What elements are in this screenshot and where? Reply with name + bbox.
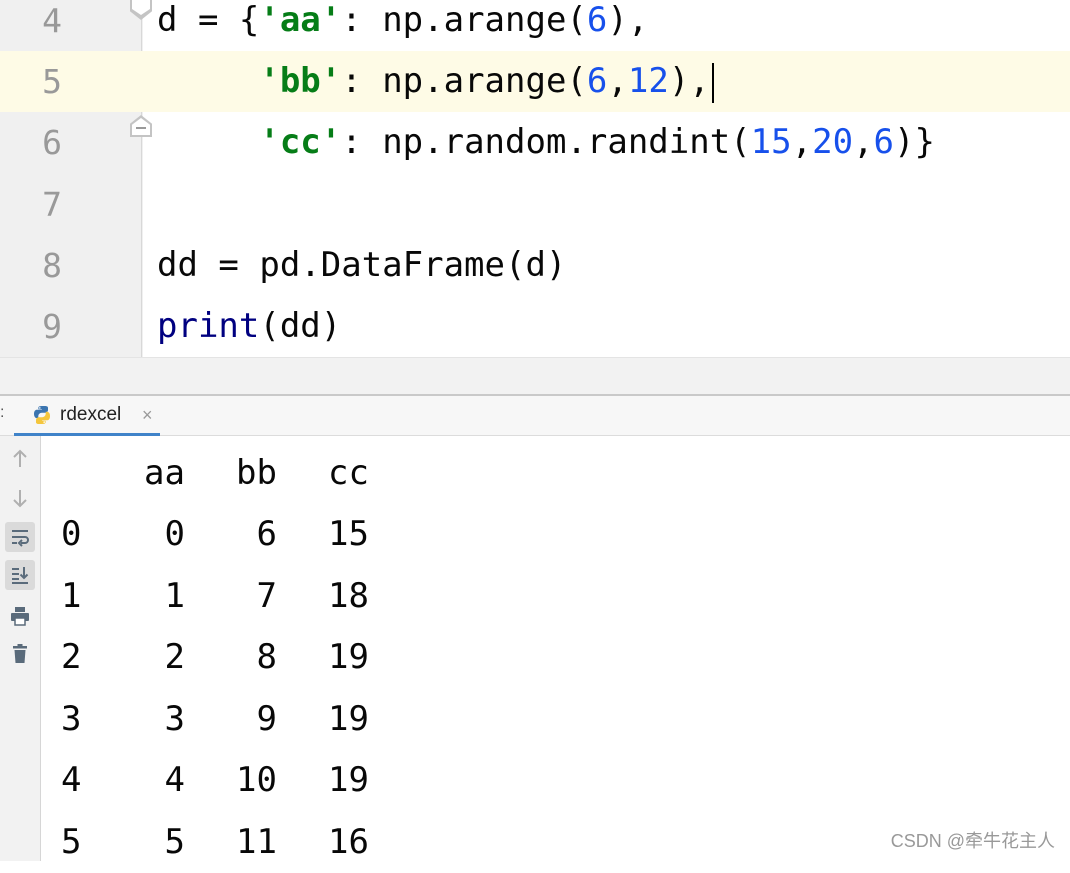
- cell-bb: 6: [256, 514, 277, 554]
- gutter-cell: 6: [0, 112, 141, 173]
- code-token: 15: [750, 122, 792, 162]
- scroll-to-end-icon[interactable]: [5, 560, 35, 590]
- cell-aa: 4: [164, 760, 185, 800]
- row-index: 2: [61, 637, 82, 677]
- dataframe-header-row: aa bb cc: [41, 443, 441, 504]
- code-text: dd = pd.DataFrame(d): [157, 235, 566, 296]
- down-arrow-icon[interactable]: [5, 483, 35, 513]
- code-line[interactable]: 4 d = {'aa': np.arange(6),: [0, 0, 1070, 51]
- header-cc: cc: [328, 453, 369, 493]
- code-token: )}: [894, 122, 935, 162]
- line-number: 9: [42, 307, 62, 346]
- cell-bb: 9: [256, 698, 277, 739]
- cell-cc: 19: [328, 760, 369, 800]
- cell-aa: 5: [164, 821, 185, 862]
- code-line[interactable]: 8 dd = pd.DataFrame(d): [0, 235, 1070, 296]
- console-output[interactable]: aa bb cc 0 0 6 15 1 1 7 18 2 2 8 19 3 3 9 19 4 4 10 19 5 5 11 1…: [41, 436, 1070, 862]
- code-token: 6: [586, 0, 608, 40]
- line-number: 4: [42, 1, 62, 40]
- tab-rdexcel[interactable]: rdexcel ×: [14, 396, 160, 435]
- line-number: 7: [42, 185, 62, 224]
- code-token: 6: [586, 61, 608, 101]
- code-token: 6: [873, 122, 895, 162]
- code-editor[interactable]: 4d = {'aa': np.arange(6), 5 'bb': np.aran…: [0, 0, 1070, 357]
- code-token: ,: [607, 61, 628, 101]
- code-token: (dd): [259, 306, 342, 346]
- cell-cc: 16: [328, 821, 369, 862]
- code-token: ),: [607, 0, 649, 40]
- header-aa: aa: [144, 453, 185, 493]
- dataframe-row: 0 0 6 15: [41, 504, 441, 565]
- gutter-cell: 5: [0, 51, 141, 112]
- line-number: 6: [42, 123, 62, 162]
- code-token: 'aa': [259, 0, 342, 40]
- dataframe-row: 5 5 11 16: [41, 812, 441, 873]
- code-line[interactable]: 6 'cc': np.random.randint(15,20,6)}: [0, 112, 1070, 173]
- header-bb: bb: [236, 453, 277, 493]
- row-index: 4: [61, 760, 82, 800]
- trash-icon[interactable]: [5, 639, 35, 669]
- cell-aa: 2: [164, 637, 185, 677]
- code-token: 20: [812, 122, 854, 162]
- code-token: ,: [853, 122, 874, 162]
- cell-bb: 11: [236, 821, 277, 862]
- gutter-cell: 9: [0, 296, 141, 357]
- dataframe-row: 4 4 10 19: [41, 750, 441, 811]
- code-token: 12: [627, 61, 669, 101]
- dataframe-row: 1 1 7 18: [41, 566, 441, 627]
- code-line[interactable]: 5 'bb': np.arange(6,12),: [0, 51, 1070, 112]
- row-index: 5: [61, 821, 82, 862]
- watermark: CSDN @牵牛花主人: [890, 831, 1055, 851]
- gutter-cell: 7: [0, 174, 141, 235]
- code-line[interactable]: 9 print(dd): [0, 296, 1070, 357]
- code-line[interactable]: 7: [0, 174, 1070, 235]
- code-token: : np.random.randint(: [341, 122, 751, 162]
- code-token: dd = pd.DataFrame(d): [157, 245, 567, 285]
- gutter-cell: 8: [0, 235, 141, 296]
- tab-bar-prefix: :: [0, 404, 5, 421]
- line-number: 5: [42, 62, 62, 101]
- cell-cc: 15: [328, 514, 369, 554]
- row-index: 3: [61, 698, 82, 739]
- code-token: 'cc': [259, 122, 342, 162]
- text-caret: [711, 62, 714, 103]
- code-token: print: [157, 306, 260, 346]
- soft-wrap-icon[interactable]: [5, 522, 35, 552]
- close-icon[interactable]: ×: [142, 405, 153, 426]
- code-token: d = {: [157, 0, 260, 40]
- print-icon[interactable]: [5, 601, 35, 631]
- code-text: d = {'aa': np.arange(6),: [157, 0, 648, 51]
- cell-cc: 19: [328, 698, 369, 739]
- up-arrow-icon[interactable]: [5, 444, 35, 474]
- run-tab-bar: : rdexcel ×: [0, 396, 1070, 436]
- code-token: ,: [791, 122, 813, 162]
- code-text: 'cc': np.random.randint(15,20,6)}: [157, 112, 935, 173]
- dataframe-row: 2 2 8 19: [41, 627, 441, 688]
- code-text: 'bb': np.arange(6,12),: [157, 51, 714, 112]
- dataframe-row: 3 3 9 19: [41, 689, 441, 750]
- cell-bb: 7: [256, 575, 277, 616]
- panel-splitter[interactable]: [0, 357, 1070, 394]
- row-index: 1: [61, 575, 82, 616]
- cell-cc: 19: [328, 637, 369, 677]
- gutter-cell: 4: [0, 0, 141, 51]
- tab-label: rdexcel: [60, 404, 122, 425]
- cell-aa: 1: [164, 575, 185, 616]
- console-toolbar: [0, 436, 41, 861]
- code-token: : np.arange(: [341, 61, 587, 101]
- cell-cc: 18: [328, 575, 369, 616]
- cell-aa: 3: [164, 698, 185, 739]
- code-text: print(dd): [157, 296, 341, 357]
- cell-bb: 10: [236, 760, 277, 800]
- cell-bb: 8: [256, 637, 277, 677]
- code-token: 'bb': [259, 61, 342, 101]
- python-icon: [32, 405, 52, 425]
- code-token: : np.arange(: [341, 0, 587, 40]
- line-number: 8: [42, 246, 62, 285]
- row-index: 0: [61, 514, 82, 554]
- cell-aa: 0: [164, 514, 185, 554]
- code-token: ),: [668, 61, 710, 101]
